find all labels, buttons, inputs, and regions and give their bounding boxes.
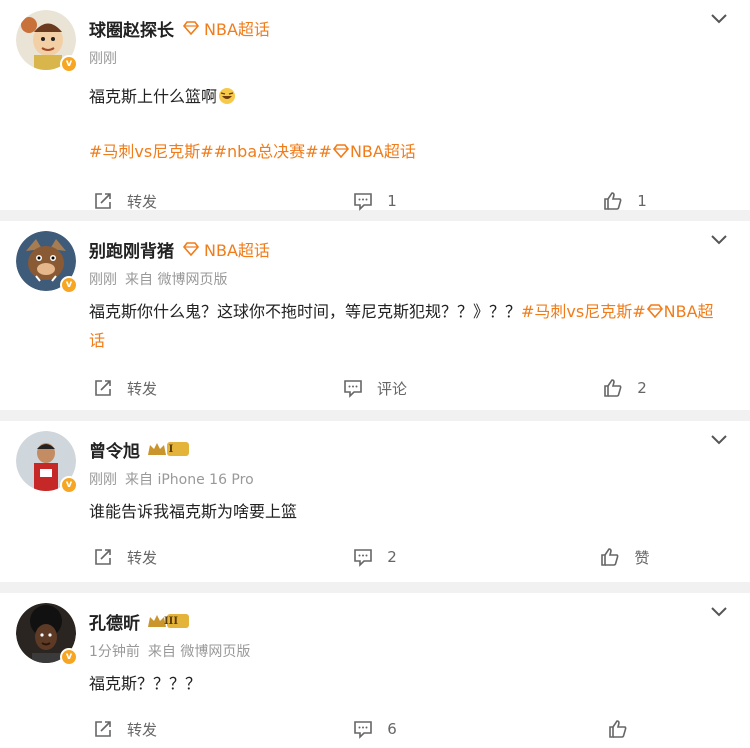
hashtag-link[interactable]: #nba总决赛# — [214, 142, 319, 161]
like-icon — [604, 379, 622, 397]
hashtag-link[interactable]: # — [319, 142, 332, 161]
post-time: 刚刚 — [89, 51, 117, 67]
post-source: 来自 微博网页版 — [125, 272, 228, 288]
repost-icon — [95, 380, 111, 396]
post-text: 福克斯上什么篮啊 #马刺vs尼克斯##nba总决赛## NBA超话 — [0, 72, 750, 166]
rank-level: I — [168, 443, 174, 455]
comment-button[interactable]: 评论 — [250, 378, 500, 399]
action-bar: 转发 1 1 — [0, 176, 750, 226]
author-name[interactable]: 曾令旭 — [89, 437, 140, 462]
comment-icon — [344, 380, 362, 398]
post-meta: 刚刚 来自 iPhone 16 Pro — [89, 469, 254, 489]
comment-icon — [354, 549, 373, 567]
like-icon — [609, 720, 627, 738]
super-topic-link[interactable]: NBA超话 — [182, 16, 270, 40]
post-source: 来自 微博网页版 — [147, 644, 251, 660]
comment-button[interactable]: 1 — [250, 191, 500, 211]
repost-button[interactable]: 转发 — [0, 719, 250, 740]
comment-icon — [354, 721, 373, 739]
diamond-icon — [182, 242, 200, 256]
hashtag-link[interactable]: #马刺vs尼克斯# — [89, 142, 214, 161]
verified-badge: v — [60, 276, 78, 294]
post-text: 福克斯你什么鬼？这球你不拖时间，等尼克斯犯规？？》？？#马刺vs尼克斯# NBA超… — [89, 302, 714, 350]
post-meta: 刚刚 来自 微博网页版 — [89, 269, 227, 289]
comment-button[interactable]: 6 — [250, 719, 500, 739]
comment-icon — [354, 193, 373, 211]
action-bar: 转发 6 — [0, 704, 750, 748]
author-name[interactable]: 球圈赵探长 — [89, 16, 174, 41]
diamond-icon — [182, 21, 200, 35]
rank-level: III — [163, 615, 179, 627]
weibo-feed: v 球圈赵探长 NBA超话 刚刚 福克斯上什么篮啊 #马刺vs尼克斯##nba总… — [0, 0, 750, 748]
action-bar: 转发 评论 2 — [0, 363, 750, 413]
post-meta: 刚刚 — [89, 48, 117, 68]
action-bar: 转发 2 赞 — [0, 532, 750, 582]
post-time: 刚刚 — [89, 472, 117, 488]
like-icon — [604, 192, 622, 210]
verified-badge: v — [60, 476, 78, 494]
laugh-emoji-icon — [219, 88, 236, 104]
repost-button[interactable]: 转发 — [0, 547, 250, 568]
post-meta: 1分钟前 来自 微博网页版 — [89, 641, 250, 661]
post-time: 1分钟前 — [89, 644, 140, 660]
repost-icon — [95, 549, 111, 565]
like-icon — [601, 548, 619, 566]
like-button[interactable]: 2 — [500, 378, 750, 398]
diamond-icon — [646, 304, 663, 319]
post-card: v 孔德昕 III 1分钟前 来自 微博网页版 福克斯？？？？ 转发 6 — [0, 593, 750, 748]
author-name[interactable]: 别跑刚背猪 — [89, 237, 174, 262]
post-card: v 球圈赵探长 NBA超话 刚刚 福克斯上什么篮啊 #马刺vs尼克斯##nba总… — [0, 0, 750, 211]
hashtag-link[interactable]: NBA超话 — [350, 142, 416, 161]
verified-badge: v — [60, 55, 78, 73]
diamond-icon — [332, 144, 349, 159]
hashtag-row: #马刺vs尼克斯##nba总决赛## NBA超话 — [89, 137, 728, 166]
post-card: v 别跑刚背猪 NBA超话 刚刚 来自 微博网页版 福克斯你什么鬼？这球你不拖时间… — [0, 221, 750, 410]
like-button[interactable]: 1 — [500, 191, 750, 211]
post-time: 刚刚 — [89, 272, 117, 288]
repost-icon — [95, 193, 111, 209]
post-source: 来自 iPhone 16 Pro — [125, 472, 254, 488]
like-button[interactable] — [500, 719, 750, 739]
comment-button[interactable]: 2 — [250, 547, 500, 567]
author-name[interactable]: 孔德昕 — [89, 609, 140, 634]
hashtag-link[interactable]: #马刺vs尼克斯# — [521, 302, 646, 321]
repost-icon — [95, 721, 111, 737]
post-text: 谁能告诉我福克斯为啥要上篮 — [89, 502, 298, 521]
repost-button[interactable]: 转发 — [0, 378, 250, 399]
post-card: v 曾令旭 I 刚刚 来自 iPhone 16 Pro 谁能告诉我福克斯为啥要上篮… — [0, 421, 750, 582]
super-topic-link[interactable]: NBA超话 — [182, 237, 270, 261]
like-button[interactable]: 赞 — [500, 547, 750, 568]
verified-badge: v — [60, 648, 78, 666]
post-text: 福克斯？？？？ — [89, 674, 202, 693]
repost-button[interactable]: 转发 — [0, 191, 250, 212]
